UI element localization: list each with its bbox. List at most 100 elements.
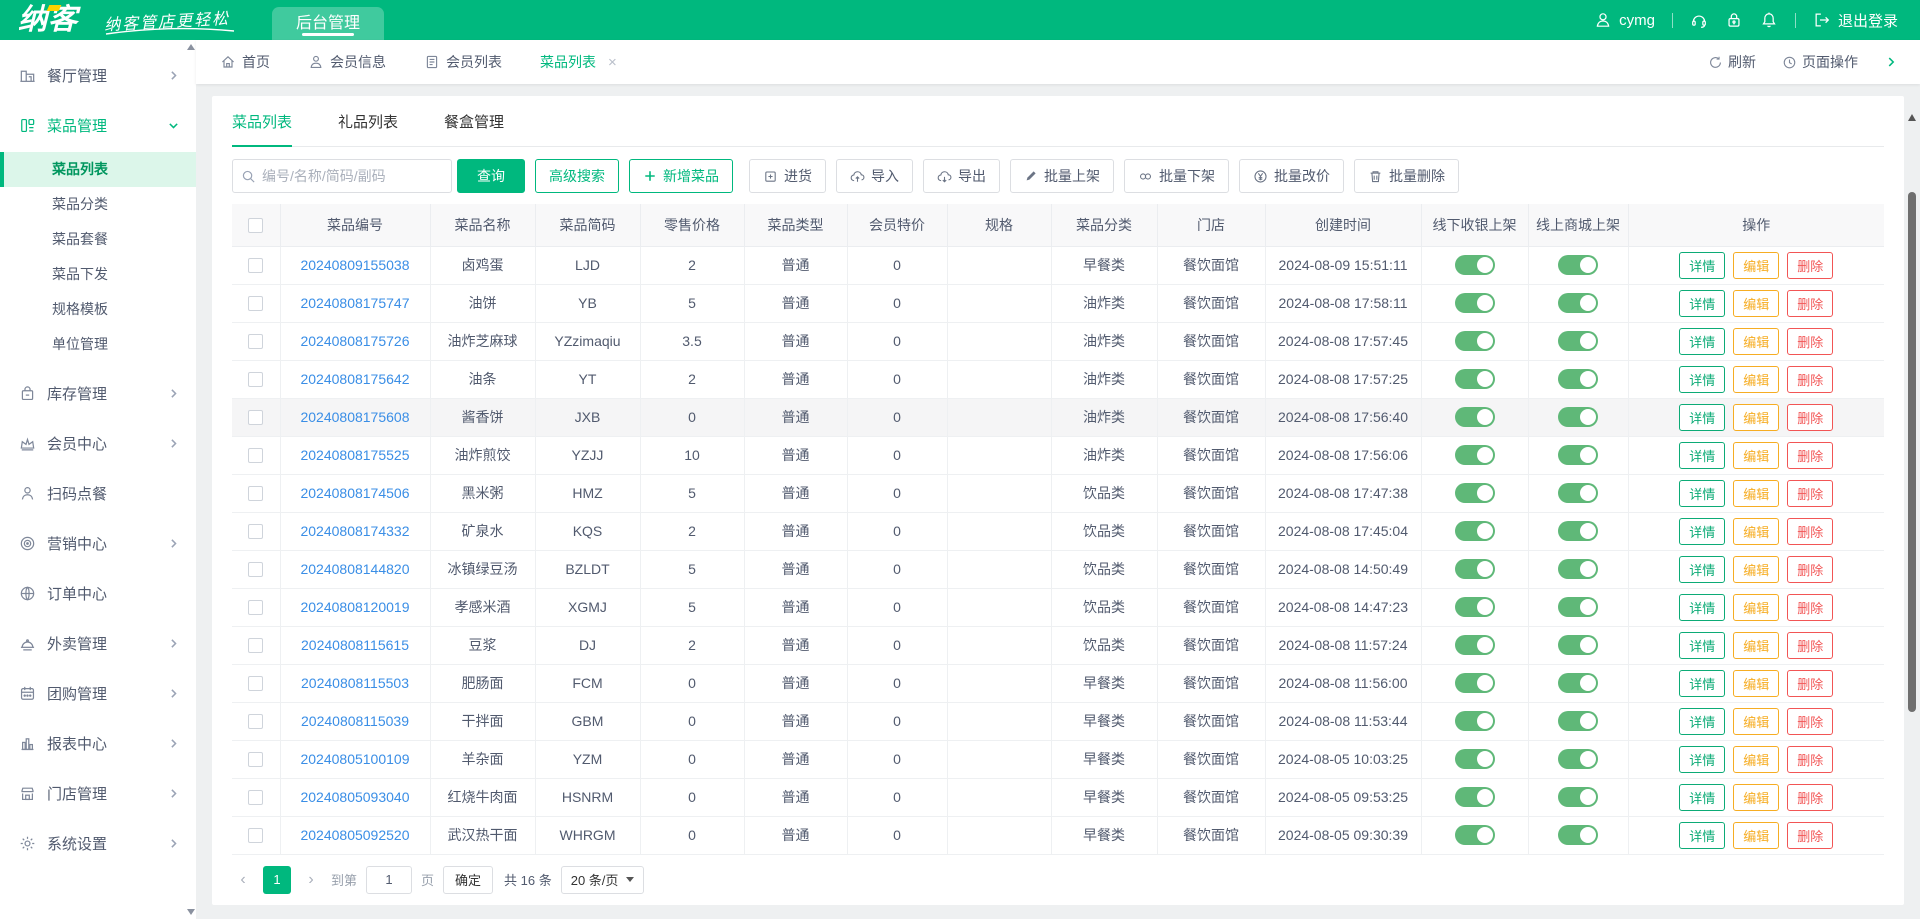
sidebar-item[interactable]: 库存管理 xyxy=(0,368,196,418)
product-id-link[interactable]: 20240808174506 xyxy=(300,485,409,501)
sidebar-item[interactable]: 扫码点餐 xyxy=(0,468,196,518)
sidebar-subitem[interactable]: 规格模板 xyxy=(0,292,196,327)
delete-button[interactable]: 删除 xyxy=(1787,746,1833,773)
sidebar-subitem[interactable]: 单位管理 xyxy=(0,327,196,362)
product-id-link[interactable]: 20240808115503 xyxy=(301,675,409,691)
pos-shelf-toggle[interactable] xyxy=(1455,331,1495,351)
row-checkbox[interactable] xyxy=(248,676,263,691)
mall-shelf-toggle[interactable] xyxy=(1558,787,1598,807)
row-checkbox[interactable] xyxy=(248,334,263,349)
row-checkbox[interactable] xyxy=(248,296,263,311)
chevron-right-icon[interactable] xyxy=(1884,55,1898,69)
delete-button[interactable]: 删除 xyxy=(1787,670,1833,697)
pos-shelf-toggle[interactable] xyxy=(1455,787,1495,807)
pos-shelf-toggle[interactable] xyxy=(1455,597,1495,617)
scrollbar-thumb[interactable] xyxy=(1908,192,1916,712)
product-id-link[interactable]: 20240808120019 xyxy=(300,599,409,615)
sidebar-item[interactable]: 菜品管理 xyxy=(0,100,196,150)
open-page-tab[interactable]: 菜品列表× xyxy=(540,52,617,72)
edit-button[interactable]: 编辑 xyxy=(1733,670,1779,697)
open-page-tab[interactable]: 首页 xyxy=(220,52,270,72)
pos-shelf-toggle[interactable] xyxy=(1455,293,1495,313)
product-id-link[interactable]: 20240805093040 xyxy=(300,789,409,805)
toolbar-button[interactable]: 批量改价 xyxy=(1239,159,1344,193)
prev-page-icon[interactable]: ‹ xyxy=(232,871,254,889)
scroll-down-icon[interactable] xyxy=(187,909,195,915)
detail-button[interactable]: 详情 xyxy=(1679,252,1725,279)
delete-button[interactable]: 删除 xyxy=(1787,290,1833,317)
row-checkbox[interactable] xyxy=(248,714,263,729)
detail-button[interactable]: 详情 xyxy=(1679,784,1725,811)
product-id-link[interactable]: 20240808175608 xyxy=(300,409,409,425)
pos-shelf-toggle[interactable] xyxy=(1455,255,1495,275)
edit-button[interactable]: 编辑 xyxy=(1733,290,1779,317)
detail-button[interactable]: 详情 xyxy=(1679,708,1725,735)
product-id-link[interactable]: 20240808115615 xyxy=(301,637,409,653)
product-id-link[interactable]: 20240808175525 xyxy=(300,447,409,463)
edit-button[interactable]: 编辑 xyxy=(1733,708,1779,735)
close-icon[interactable]: × xyxy=(608,54,617,71)
detail-button[interactable]: 详情 xyxy=(1679,670,1725,697)
user-menu[interactable]: cymg xyxy=(1594,11,1655,29)
sidebar-subitem[interactable]: 菜品套餐 xyxy=(0,222,196,257)
search-input[interactable] xyxy=(262,168,443,184)
edit-button[interactable]: 编辑 xyxy=(1733,556,1779,583)
edit-button[interactable]: 编辑 xyxy=(1733,632,1779,659)
detail-button[interactable]: 详情 xyxy=(1679,480,1725,507)
toolbar-button[interactable]: 批量下架 xyxy=(1124,159,1229,193)
mall-shelf-toggle[interactable] xyxy=(1558,483,1598,503)
pos-shelf-toggle[interactable] xyxy=(1455,369,1495,389)
sidebar-subitem[interactable]: 菜品下发 xyxy=(0,257,196,292)
delete-button[interactable]: 删除 xyxy=(1787,632,1833,659)
sidebar-item[interactable]: 营销中心 xyxy=(0,518,196,568)
delete-button[interactable]: 删除 xyxy=(1787,518,1833,545)
sub-tab[interactable]: 礼品列表 xyxy=(338,111,398,147)
mall-shelf-toggle[interactable] xyxy=(1558,369,1598,389)
sidebar-item[interactable]: 会员中心 xyxy=(0,418,196,468)
mall-shelf-toggle[interactable] xyxy=(1558,559,1598,579)
detail-button[interactable]: 详情 xyxy=(1679,404,1725,431)
open-page-tab[interactable]: 会员信息 xyxy=(308,52,386,72)
toolbar-button[interactable]: 批量删除 xyxy=(1354,159,1459,193)
toolbar-button[interactable]: 新增菜品 xyxy=(629,159,733,193)
nav-tab-backend[interactable]: 后台管理 xyxy=(272,7,384,40)
edit-button[interactable]: 编辑 xyxy=(1733,480,1779,507)
sidebar-item[interactable]: 订单中心 xyxy=(0,568,196,618)
mall-shelf-toggle[interactable] xyxy=(1558,597,1598,617)
product-id-link[interactable]: 20240808174332 xyxy=(300,523,409,539)
mall-shelf-toggle[interactable] xyxy=(1558,635,1598,655)
product-id-link[interactable]: 20240808175747 xyxy=(300,295,409,311)
lock-icon[interactable] xyxy=(1725,11,1743,29)
edit-button[interactable]: 编辑 xyxy=(1733,822,1779,849)
pos-shelf-toggle[interactable] xyxy=(1455,749,1495,769)
sidebar-subitem[interactable]: 菜品分类 xyxy=(0,187,196,222)
edit-button[interactable]: 编辑 xyxy=(1733,366,1779,393)
delete-button[interactable]: 删除 xyxy=(1787,708,1833,735)
product-id-link[interactable]: 20240808144820 xyxy=(300,561,409,577)
product-id-link[interactable]: 20240808175642 xyxy=(300,371,409,387)
row-checkbox[interactable] xyxy=(248,752,263,767)
detail-button[interactable]: 详情 xyxy=(1679,366,1725,393)
delete-button[interactable]: 删除 xyxy=(1787,556,1833,583)
delete-button[interactable]: 删除 xyxy=(1787,328,1833,355)
edit-button[interactable]: 编辑 xyxy=(1733,328,1779,355)
delete-button[interactable]: 删除 xyxy=(1787,442,1833,469)
mall-shelf-toggle[interactable] xyxy=(1558,825,1598,845)
product-id-link[interactable]: 20240808115039 xyxy=(301,713,409,729)
scroll-up-icon[interactable] xyxy=(1908,114,1916,121)
sub-tab[interactable]: 餐盒管理 xyxy=(444,111,504,147)
sidebar-item[interactable]: 餐厅管理 xyxy=(0,50,196,100)
page-number-button[interactable]: 1 xyxy=(263,866,291,894)
next-page-icon[interactable]: › xyxy=(300,871,322,889)
edit-button[interactable]: 编辑 xyxy=(1733,594,1779,621)
detail-button[interactable]: 详情 xyxy=(1679,518,1725,545)
toolbar-button[interactable]: 导出 xyxy=(923,159,1000,193)
detail-button[interactable]: 详情 xyxy=(1679,328,1725,355)
page-ops-button[interactable]: 页面操作 xyxy=(1782,52,1858,72)
delete-button[interactable]: 删除 xyxy=(1787,784,1833,811)
toolbar-button[interactable]: 批量上架 xyxy=(1010,159,1114,193)
detail-button[interactable]: 详情 xyxy=(1679,632,1725,659)
row-checkbox[interactable] xyxy=(248,448,263,463)
pos-shelf-toggle[interactable] xyxy=(1455,445,1495,465)
pos-shelf-toggle[interactable] xyxy=(1455,825,1495,845)
